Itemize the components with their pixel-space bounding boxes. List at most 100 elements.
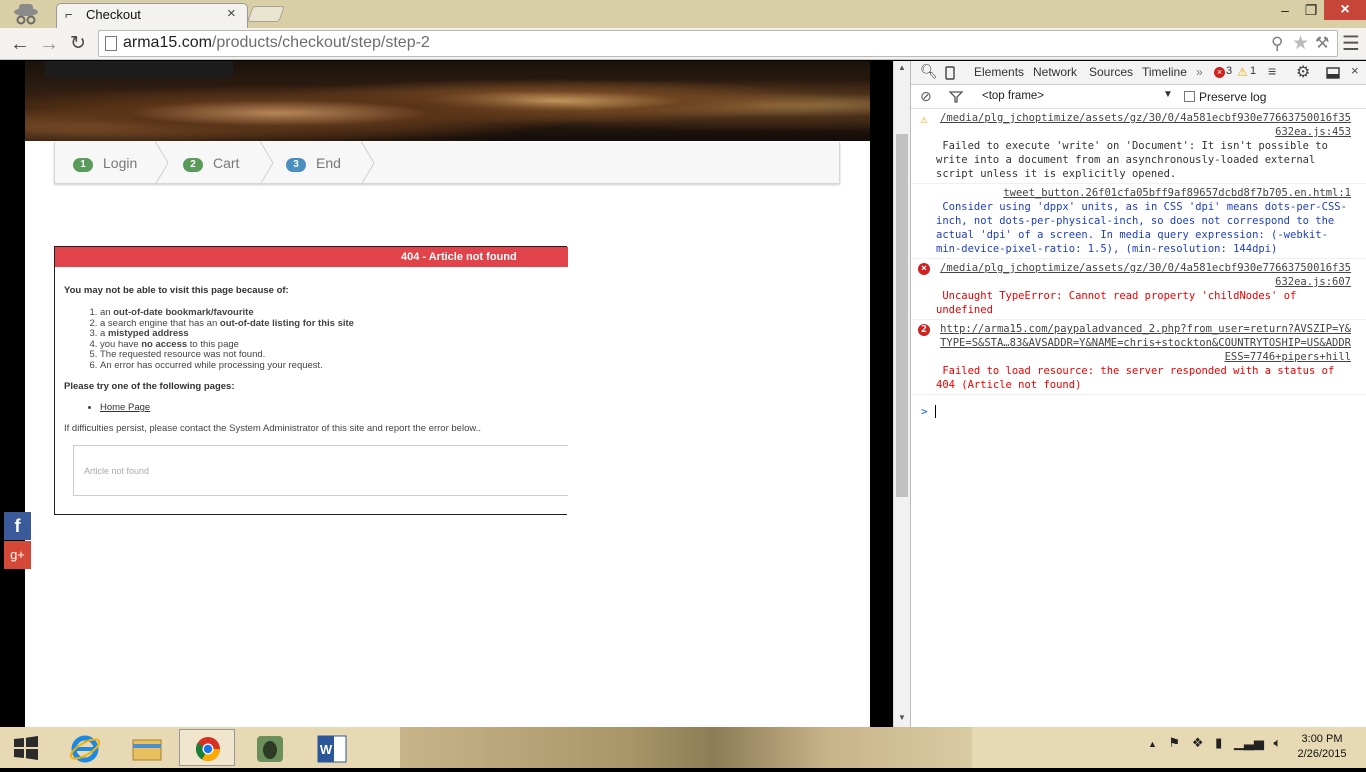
step-label: End bbox=[316, 155, 341, 171]
device-icon[interactable]: ▮ bbox=[1215, 735, 1222, 750]
web-page-viewport: 1 Login 2 Cart 3 End 404 - Article not foun… bbox=[0, 61, 893, 727]
back-button[interactable]: ← bbox=[7, 31, 33, 57]
forward-button[interactable]: → bbox=[36, 31, 62, 57]
console-input[interactable] bbox=[935, 405, 936, 418]
console-error: 2 http://arma15.com/paypaladvanced_2.php… bbox=[911, 320, 1366, 395]
clock-time: 3:00 PM bbox=[1301, 733, 1343, 745]
warning-count-icon[interactable]: ⚠ bbox=[1237, 65, 1248, 79]
new-tab-button[interactable] bbox=[247, 6, 285, 22]
close-window-button[interactable]: × bbox=[1324, 0, 1366, 20]
dropbox-icon[interactable]: ❖ bbox=[1192, 735, 1204, 750]
taskbar-word[interactable]: W bbox=[303, 729, 359, 766]
url-text[interactable]: arma15.com/products/checkout/step/step-2 bbox=[123, 34, 430, 52]
scroll-up-icon[interactable]: ▲ bbox=[898, 63, 906, 72]
step-separator-icon bbox=[361, 141, 375, 185]
error-count[interactable]: 3 bbox=[1226, 65, 1232, 77]
chrome-icon bbox=[195, 737, 220, 762]
chrome-menu-icon[interactable]: ☰ bbox=[1342, 34, 1360, 54]
incognito-icon bbox=[14, 4, 38, 25]
more-tabs-icon[interactable]: » bbox=[1196, 65, 1203, 79]
console-prompt-icon: > bbox=[921, 405, 928, 418]
scrollbar-thumb[interactable] bbox=[896, 134, 908, 497]
step-number: 3 bbox=[286, 158, 306, 172]
warning-count[interactable]: 1 bbox=[1250, 65, 1256, 77]
tab-checkout[interactable]: ⌐ Checkout × bbox=[56, 3, 248, 29]
drawer-toggle-icon[interactable]: ≡ bbox=[1268, 63, 1276, 79]
system-clock[interactable]: 3:00 PM 2/26/2015 bbox=[1290, 732, 1354, 762]
clear-console-icon[interactable]: ⊘ bbox=[920, 88, 932, 105]
address-bar[interactable]: arma15.com/products/checkout/step/step-2… bbox=[98, 30, 1338, 57]
console-messages: ⚠ /media/plg_jchoptimize/assets/gz/30/0/… bbox=[911, 109, 1366, 395]
taskbar-internet-explorer[interactable] bbox=[56, 729, 112, 766]
tab-title: Checkout bbox=[86, 7, 141, 22]
taskbar-file-explorer[interactable] bbox=[118, 729, 174, 766]
volume-icon[interactable]: 🔈︎ bbox=[1274, 735, 1282, 750]
page-icon bbox=[105, 36, 117, 51]
tab-sources[interactable]: Sources bbox=[1089, 65, 1133, 79]
preserve-log-checkbox[interactable] bbox=[1184, 91, 1195, 102]
step-separator-icon bbox=[260, 141, 274, 185]
step-label: Login bbox=[103, 155, 138, 171]
header-logo-strip bbox=[45, 61, 233, 77]
show-hidden-icons-icon[interactable]: ▲ bbox=[1148, 739, 1157, 749]
googleplus-share-button[interactable]: g+ bbox=[4, 541, 31, 569]
close-devtools-icon[interactable]: × bbox=[1351, 63, 1359, 78]
message-source-link[interactable]: http://arma15.com/paypaladvanced_2.php?f… bbox=[936, 322, 1351, 364]
step-cart[interactable]: 2 Cart bbox=[183, 142, 239, 184]
error-count-icon[interactable]: × bbox=[1214, 67, 1225, 78]
list-item: Home Page bbox=[100, 402, 564, 413]
error-heading: 404 - Article not found bbox=[55, 247, 568, 267]
message-source-link[interactable]: tweet_button.26f01cfa05bff9af89657dcbd8f… bbox=[936, 186, 1351, 200]
tab-elements[interactable]: Elements bbox=[974, 65, 1024, 79]
inspect-search-icon[interactable]: 🔍︎ bbox=[920, 63, 938, 80]
tab-timeline[interactable]: Timeline bbox=[1142, 65, 1187, 79]
bookmark-star-icon[interactable]: ★ bbox=[1292, 32, 1309, 56]
extension-icon[interactable]: ⚒ bbox=[1315, 32, 1329, 56]
error-detail-box: Article not found bbox=[73, 445, 568, 496]
taskbar-chrome[interactable] bbox=[179, 729, 235, 766]
internet-explorer-icon bbox=[69, 735, 101, 763]
error-intro: You may not be able to visit this page b… bbox=[64, 285, 289, 296]
scroll-down-icon[interactable]: ▼ bbox=[898, 713, 906, 722]
windows-taskbar: W ▲ ⚑ ❖ ▮ ▁▃▅ 🔈︎ 3:00 PM 2/26/2015 bbox=[0, 727, 1366, 768]
devtools-tabbar: 🔍︎ Elements Network Sources Timeline » ×… bbox=[911, 61, 1366, 85]
url-path: /products/checkout/step/step-2 bbox=[211, 34, 430, 51]
browser-title-bar: ⌐ Checkout × ‒ ❐ × bbox=[0, 0, 1366, 29]
evernote-icon bbox=[257, 736, 283, 762]
close-tab-icon[interactable]: × bbox=[227, 5, 236, 22]
zoom-icon[interactable]: ⚲ bbox=[1271, 32, 1283, 56]
minimize-button[interactable]: ‒ bbox=[1272, 0, 1298, 20]
message-source-link[interactable]: /media/plg_jchoptimize/assets/gz/30/0/4a… bbox=[936, 111, 1351, 139]
step-end[interactable]: 3 End bbox=[286, 142, 341, 184]
warning-icon: ⚠ bbox=[920, 112, 928, 126]
message-source-link[interactable]: /media/plg_jchoptimize/assets/gz/30/0/4a… bbox=[936, 261, 1351, 289]
frame-select[interactable]: <top frame> bbox=[982, 90, 1044, 102]
chevron-down-icon[interactable]: ▼ bbox=[1163, 89, 1173, 100]
restore-button[interactable]: ❐ bbox=[1298, 0, 1324, 20]
error-icon: × bbox=[918, 263, 930, 275]
network-signal-icon[interactable]: ▁▃▅ bbox=[1234, 735, 1264, 750]
action-center-flag-icon[interactable]: ⚑ bbox=[1169, 735, 1181, 750]
device-mode-icon[interactable] bbox=[945, 66, 955, 80]
settings-gear-icon[interactable]: ⚙ bbox=[1296, 62, 1310, 82]
filter-icon[interactable] bbox=[949, 91, 963, 103]
folder-icon bbox=[132, 739, 162, 761]
try-pages-list: Home Page bbox=[100, 402, 564, 413]
svg-text:W: W bbox=[320, 742, 333, 757]
message-text: Consider using 'dppx' units, as in CSS '… bbox=[936, 201, 1347, 255]
reload-button[interactable]: ↻ bbox=[65, 31, 91, 57]
home-page-link[interactable]: Home Page bbox=[100, 402, 150, 413]
preserve-log-label: Preserve log bbox=[1199, 90, 1267, 104]
taskbar-evernote[interactable] bbox=[241, 729, 297, 766]
step-login[interactable]: 1 Login bbox=[73, 142, 137, 184]
tab-network[interactable]: Network bbox=[1033, 65, 1077, 79]
page-scrollbar[interactable]: ▲ ▼ bbox=[893, 61, 910, 727]
contact-admin-text: If difficulties persist, please contact … bbox=[64, 423, 481, 434]
dock-side-icon[interactable] bbox=[1326, 67, 1340, 79]
console-message: tweet_button.26f01cfa05bff9af89657dcbd8f… bbox=[911, 184, 1366, 259]
system-tray: ▲ ⚑ ❖ ▮ ▁▃▅ 🔈︎ bbox=[1148, 735, 1281, 751]
try-pages-heading: Please try one of the following pages: bbox=[64, 381, 235, 392]
facebook-share-button[interactable]: f bbox=[4, 512, 31, 540]
step-label: Cart bbox=[213, 155, 240, 171]
windows-start-icon[interactable] bbox=[8, 734, 44, 762]
